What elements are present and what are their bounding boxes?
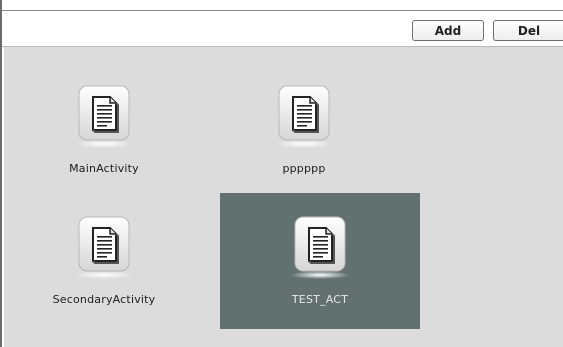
- document-icon: [76, 85, 132, 148]
- activity-tile[interactable]: MainActivity: [4, 62, 204, 198]
- toolbar: Add Del: [2, 11, 563, 47]
- document-icon: [292, 216, 348, 279]
- activity-panel: Add Del MainActivity pppppp SecondaryAct…: [0, 0, 563, 347]
- activity-label: pppppp: [282, 162, 326, 175]
- activity-tile-selected[interactable]: TEST_ACT: [220, 193, 420, 329]
- add-button[interactable]: Add: [412, 20, 484, 41]
- activity-label: MainActivity: [69, 162, 139, 175]
- delete-button[interactable]: Del: [493, 20, 563, 41]
- document-icon: [76, 216, 132, 279]
- activity-tile[interactable]: pppppp: [204, 62, 404, 198]
- activity-label: TEST_ACT: [291, 293, 349, 306]
- activity-grid: MainActivity pppppp SecondaryActivity TE…: [4, 47, 563, 347]
- activity-tile[interactable]: SecondaryActivity: [4, 193, 204, 329]
- activity-label: SecondaryActivity: [52, 293, 156, 306]
- document-icon: [276, 85, 332, 148]
